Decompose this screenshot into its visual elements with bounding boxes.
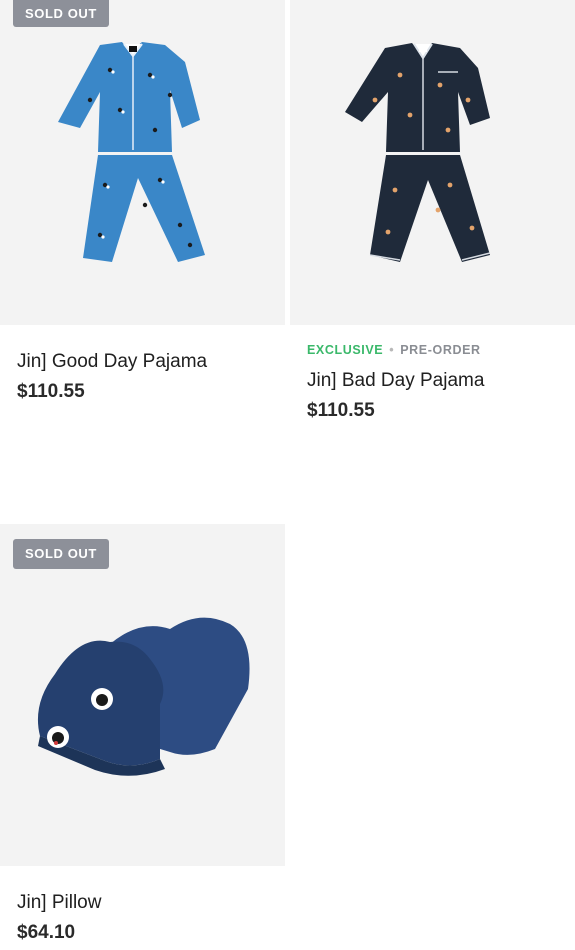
product-price: $110.55 <box>17 381 85 402</box>
product-title[interactable]: Jin] Good Day Pajama <box>17 351 285 373</box>
sold-out-badge: SOLD OUT <box>13 539 109 569</box>
product-price: $64.10 <box>17 922 76 943</box>
product-price: $110.55 <box>307 400 375 421</box>
exclusive-tag: EXCLUSIVE <box>307 343 384 357</box>
product-card-bad-day-pajama[interactable]: EXCLUSIVE • PRE-ORDER Jin] Bad Day Pajama … <box>290 0 575 422</box>
product-card-good-day-pajama[interactable]: SOLD OUT Jin] Good Day Pajama $110.55 <box>0 0 285 403</box>
product-image[interactable] <box>290 0 575 325</box>
tag-separator: • <box>389 343 395 357</box>
product-grid: SOLD OUT Jin] Good Day Pajama $110.55 EX… <box>0 0 575 950</box>
product-image[interactable]: SOLD OUT <box>0 524 285 866</box>
product-image[interactable]: SOLD OUT <box>0 0 285 325</box>
product-tags: EXCLUSIVE • PRE-ORDER <box>307 343 575 359</box>
product-card-pillow[interactable]: SOLD OUT Jin] Pillow $64.10 <box>0 524 285 944</box>
product-title[interactable]: Jin] Pillow <box>17 892 285 914</box>
navy-pajama-image <box>345 43 491 262</box>
pillow-image <box>37 617 250 776</box>
blue-pajama-image <box>58 42 205 262</box>
product-title[interactable]: Jin] Bad Day Pajama <box>307 370 575 392</box>
sold-out-badge: SOLD OUT <box>13 0 109 27</box>
pre-order-tag: PRE-ORDER <box>400 343 481 357</box>
